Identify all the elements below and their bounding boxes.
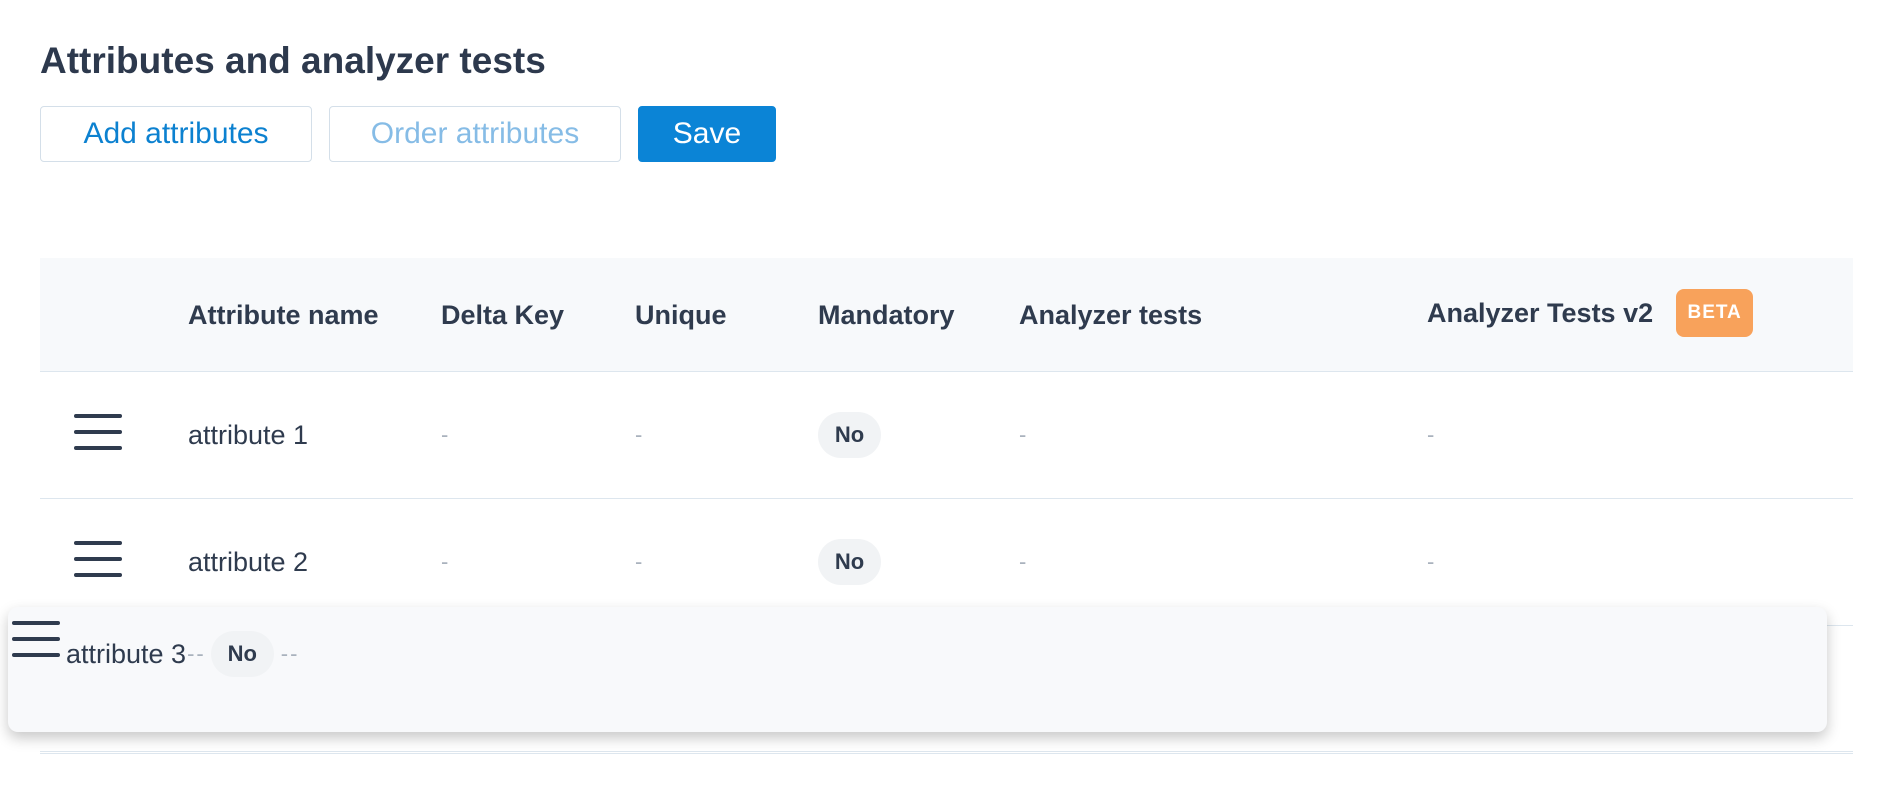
page-title: Attributes and analyzer tests bbox=[40, 40, 546, 81]
table-header: Attribute name Delta Key Unique Mandator… bbox=[40, 258, 1853, 372]
attribute-name: attribute 1 bbox=[188, 419, 309, 450]
drag-handle-icon[interactable] bbox=[74, 541, 122, 579]
mandatory-badge: No bbox=[818, 412, 881, 458]
analyzer-tests-value: - bbox=[280, 641, 289, 666]
drag-handle-icon[interactable] bbox=[12, 621, 60, 659]
header-delta-key: Delta Key bbox=[441, 299, 565, 330]
table-row: attribute 1 - - No - - bbox=[40, 372, 1853, 499]
analyzer-tests-v2-value: - bbox=[1427, 422, 1435, 447]
mandatory-cell: No bbox=[818, 372, 881, 498]
attribute-name: attribute 3 bbox=[66, 638, 187, 669]
table-bottom-divider bbox=[40, 753, 1853, 754]
unique-value: - bbox=[635, 422, 643, 447]
analyzer-tests-value: - bbox=[1019, 422, 1027, 447]
header-analyzer-tests: Analyzer tests bbox=[1019, 299, 1203, 330]
attributes-page: Attributes and analyzer tests Add attrib… bbox=[0, 0, 1889, 795]
drag-handle-icon[interactable] bbox=[74, 414, 122, 452]
delta-key-value: - bbox=[441, 422, 449, 447]
header-mandatory: Mandatory bbox=[818, 299, 955, 330]
header-analyzer-tests-v2: Analyzer Tests v2 BETA bbox=[1427, 256, 1754, 370]
add-attributes-button[interactable]: Add attributes bbox=[40, 106, 312, 162]
beta-badge: BETA bbox=[1676, 289, 1754, 337]
dragging-row-content: attribute 3 - - No - - bbox=[66, 629, 298, 679]
header-unique: Unique bbox=[635, 299, 727, 330]
mandatory-badge: No bbox=[818, 539, 881, 585]
header-analyzer-tests-v2-label: Analyzer Tests v2 bbox=[1427, 297, 1654, 328]
save-button[interactable]: Save bbox=[638, 106, 776, 162]
toolbar: Add attributes Order attributes Save bbox=[40, 106, 776, 162]
mandatory-badge: No bbox=[210, 631, 274, 677]
dragging-row[interactable]: attribute 3 - - No - - bbox=[8, 607, 1827, 732]
header-attribute-name: Attribute name bbox=[188, 299, 379, 330]
order-attributes-button[interactable]: Order attributes bbox=[329, 106, 621, 162]
unique-value: - bbox=[196, 641, 204, 666]
delta-key-value: - bbox=[187, 641, 195, 666]
analyzer-tests-v2-value: - bbox=[290, 641, 298, 666]
